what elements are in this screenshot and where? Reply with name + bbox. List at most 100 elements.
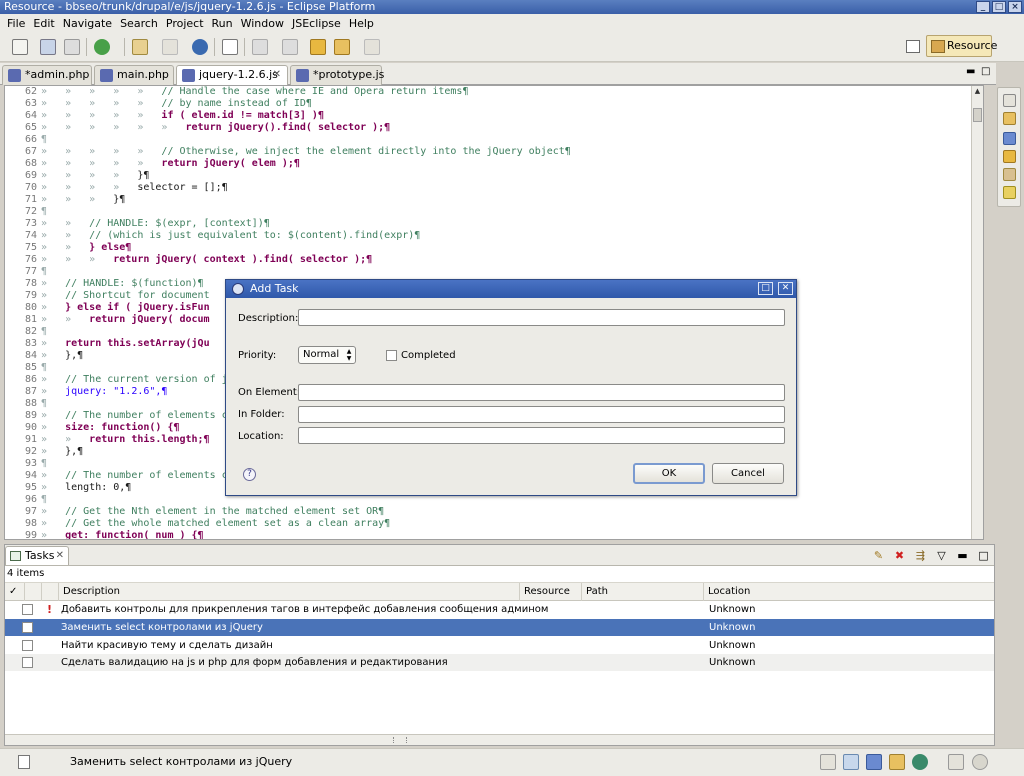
maximize-icon[interactable]: □ [992, 1, 1006, 13]
task-checkbox[interactable] [22, 622, 33, 633]
maximize-editor-icon[interactable]: □ [981, 66, 990, 77]
perspective-resource-button[interactable]: Resource [926, 35, 997, 57]
scroll-grip[interactable] [393, 737, 407, 743]
tab-admin-php[interactable]: *admin.php [2, 65, 92, 85]
minimize-editor-icon[interactable]: ▬ [966, 66, 975, 77]
column-priority[interactable] [25, 583, 42, 601]
next-annotation-icon[interactable] [252, 39, 268, 55]
code-line[interactable]: 62 » » » » » // Handle the case where IE … [5, 86, 983, 98]
document-icon[interactable] [222, 39, 238, 55]
table-row[interactable]: Сделать валидацию на js и php для форм д… [5, 654, 994, 671]
task-checkbox[interactable] [22, 640, 33, 651]
code-line[interactable]: 77 ¶ [5, 266, 983, 278]
run-icon[interactable] [94, 39, 110, 55]
save-icon[interactable] [40, 39, 56, 55]
code-line[interactable]: 99 » get: function( num ) {¶ [5, 530, 983, 539]
description-input[interactable] [298, 309, 785, 326]
completed-checkbox[interactable] [386, 350, 397, 361]
view-menu-icon[interactable]: ▽ [935, 549, 948, 562]
cancel-button[interactable]: Cancel [712, 463, 784, 484]
globe-status-icon[interactable] [912, 754, 928, 770]
table-row[interactable]: ! Добавить контролы для прикрепления таг… [5, 601, 994, 618]
menu-navigate[interactable]: Navigate [59, 17, 116, 30]
help-icon[interactable]: ? [243, 468, 256, 481]
add-task-icon[interactable]: ✎ [872, 549, 885, 562]
code-line[interactable]: 69 » » » » }¶ [5, 170, 983, 182]
close-tasks-icon[interactable]: ✕ [56, 547, 64, 564]
code-line[interactable]: 98 » // Get the whole matched element set… [5, 518, 983, 530]
print-icon[interactable] [64, 39, 80, 55]
last-edit-icon[interactable] [310, 39, 326, 55]
filter-icon[interactable]: ⇶ [914, 549, 927, 562]
pen-icon[interactable] [162, 39, 178, 55]
tab-jquery-js[interactable]: jquery-1.2.6.js ✕ [176, 65, 288, 86]
menu-jseclipse[interactable]: JSEclipse [288, 17, 345, 30]
code-line[interactable]: 71 » » » }¶ [5, 194, 983, 206]
on-element-input[interactable] [298, 384, 785, 401]
menu-file[interactable]: File [3, 17, 29, 30]
forward-icon[interactable] [364, 39, 380, 55]
restore-trim-icon[interactable] [948, 754, 964, 770]
maximize-view-icon[interactable]: □ [977, 549, 990, 562]
column-location[interactable]: Location [704, 583, 994, 601]
ok-button[interactable]: OK [633, 463, 705, 484]
delete-icon[interactable]: ✖ [893, 549, 906, 562]
column-path[interactable]: Path [582, 583, 704, 601]
table-row[interactable]: Найти красивую тему и сделать дизайн Unk… [5, 637, 994, 654]
code-line[interactable]: 67 » » » » » // Otherwise, we inject the … [5, 146, 983, 158]
code-line[interactable]: 73 » » // HANDLE: $(expr, [context])¶ [5, 218, 983, 230]
priority-select[interactable]: Normal ▲ ▼ [298, 346, 356, 364]
menu-help[interactable]: Help [345, 17, 378, 30]
menu-window[interactable]: Window [237, 17, 288, 30]
minimize-view-icon[interactable]: ▬ [956, 549, 969, 562]
navigator-icon[interactable] [1003, 112, 1016, 125]
tab-main-php[interactable]: main.php [94, 65, 174, 85]
tasks-trim-icon[interactable] [1003, 168, 1016, 181]
column-type[interactable] [42, 583, 59, 601]
code-line[interactable]: 97 » // Get the Nth element in the matche… [5, 506, 983, 518]
outline-icon[interactable] [1003, 132, 1016, 145]
task-checkbox[interactable] [22, 604, 33, 615]
scroll-up-icon[interactable]: ▲ [972, 87, 983, 98]
bookmarks-icon[interactable] [1003, 150, 1016, 163]
code-line[interactable]: 72 ¶ [5, 206, 983, 218]
in-folder-input[interactable] [298, 406, 785, 423]
column-description[interactable]: Description [59, 583, 520, 601]
column-resource[interactable]: Resource [520, 583, 582, 601]
globe-icon[interactable] [192, 39, 208, 55]
edit-icon[interactable] [132, 39, 148, 55]
menu-edit[interactable]: Edit [29, 17, 58, 30]
open-perspective-icon[interactable] [906, 40, 920, 53]
tasks-horizontal-scrollbar[interactable] [5, 734, 994, 745]
code-line[interactable]: 70 » » » » selector = [];¶ [5, 182, 983, 194]
restore-icon[interactable] [820, 754, 836, 770]
fast-view-icon[interactable] [18, 755, 30, 769]
code-line[interactable]: 63 » » » » » // by name instead of ID¶ [5, 98, 983, 110]
editor-vertical-scrollbar[interactable]: ▲ [971, 86, 983, 539]
code-line[interactable]: 65 » » » » » » return jQuery().find( sele… [5, 122, 983, 134]
task-checkbox[interactable] [22, 657, 33, 668]
console-icon[interactable] [866, 754, 882, 770]
code-line[interactable]: 76 » » » return jQuery( context ).find( s… [5, 254, 983, 266]
prev-annotation-icon[interactable] [282, 39, 298, 55]
menu-search[interactable]: Search [116, 17, 162, 30]
tab-tasks[interactable]: Tasks ✕ [5, 546, 69, 565]
code-line[interactable]: 64 » » » » » if ( elem.id != match[3] )¶ [5, 110, 983, 122]
minimize-icon[interactable]: _ [976, 1, 990, 13]
close-icon[interactable]: × [1008, 1, 1022, 13]
menu-run[interactable]: Run [208, 17, 237, 30]
code-line[interactable]: 75 » » } else¶ [5, 242, 983, 254]
scroll-thumb[interactable] [973, 108, 982, 122]
dialog-close-icon[interactable]: ✕ [778, 282, 793, 295]
close-tab-icon[interactable]: ✕ [273, 66, 281, 84]
column-completed[interactable]: ✓ [5, 583, 25, 601]
code-line[interactable]: 68 » » » » » return jQuery( elem );¶ [5, 158, 983, 170]
problems-icon[interactable] [1003, 186, 1016, 199]
restore-view-icon[interactable] [1003, 94, 1016, 107]
location-input[interactable] [298, 427, 785, 444]
dialog-maximize-icon[interactable]: □ [758, 282, 773, 295]
back-icon[interactable] [334, 39, 350, 55]
code-line[interactable]: 66 ¶ [5, 134, 983, 146]
tasks-status-icon[interactable] [843, 754, 859, 770]
table-row[interactable]: Заменить select контролами из jQuery Unk… [5, 619, 994, 636]
